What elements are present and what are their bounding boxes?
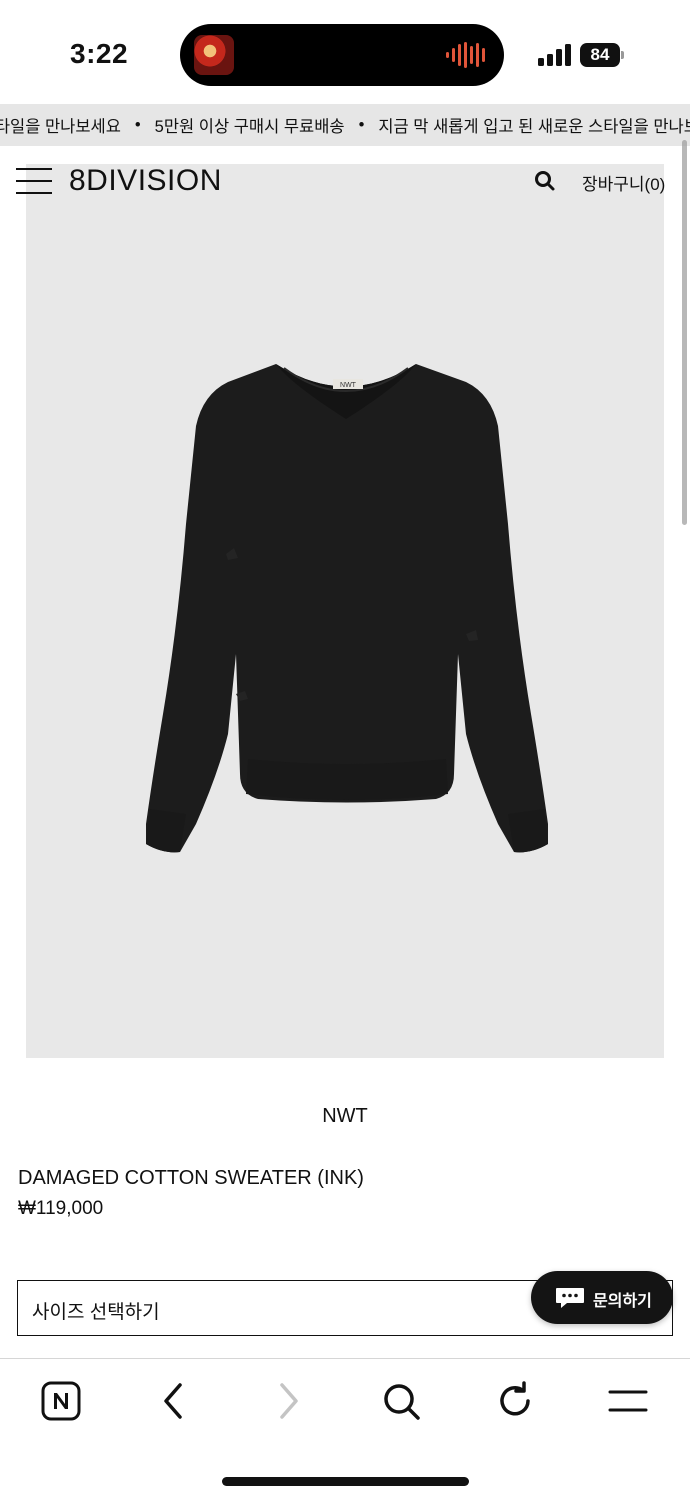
sweater-label-text: NWT: [340, 382, 357, 389]
dynamic-island[interactable]: [180, 24, 504, 86]
inquiry-label: 문의하기: [593, 1293, 652, 1310]
status-time: 3:22: [70, 38, 129, 69]
product-brand[interactable]: NWT: [0, 1105, 690, 1128]
page-scrollbar[interactable]: [682, 140, 687, 525]
audio-waveform-icon: [446, 42, 485, 68]
cellular-signal-icon: [538, 44, 571, 66]
announcement-marquee: 지금 막 새롭게 입고 된 새로운 스타일을 만나보세요 • 5만원 이상 구매…: [0, 104, 690, 146]
marquee-item: 지금 막 새롭게 입고 된 새로운 스타일을 만나보세요: [0, 118, 121, 136]
marquee-separator: •: [358, 115, 365, 134]
sweater-photo: NWT: [146, 364, 548, 853]
search-icon[interactable]: [379, 1379, 423, 1423]
refresh-icon[interactable]: [493, 1379, 537, 1423]
menu-icon[interactable]: [16, 168, 52, 194]
battery-indicator: 84: [580, 43, 624, 67]
site-logo[interactable]: 8DIVISION: [69, 164, 222, 198]
naver-home-icon[interactable]: [39, 1379, 83, 1423]
battery-cap: [621, 51, 624, 59]
chat-bubble-icon: [556, 1288, 584, 1308]
inquiry-button[interactable]: 문의하기: [531, 1271, 673, 1324]
cart-button[interactable]: 장바구니(0): [582, 170, 665, 195]
now-playing-artwork: [194, 35, 234, 75]
status-bar: 3:22 84: [0, 0, 690, 100]
product-price: ₩119,000: [18, 1198, 104, 1219]
browser-toolbar: [0, 1359, 690, 1449]
product-name: DAMAGED COTTON SWEATER (INK): [18, 1167, 364, 1189]
product-image[interactable]: NWT: [26, 164, 664, 1058]
forward-arrow-icon[interactable]: [266, 1379, 310, 1423]
size-select-placeholder: 사이즈 선택하기: [32, 1302, 160, 1323]
marquee-item: 지금 막 새롭게 입고 된 새로운 스타일을 만나보세요: [378, 118, 690, 136]
back-arrow-icon[interactable]: [152, 1379, 196, 1423]
site-header: 8DIVISION 장바구니(0): [0, 146, 690, 218]
marquee-item: 5만원 이상 구매시 무료배송: [154, 118, 345, 136]
marquee-separator: •: [134, 115, 141, 134]
menu-icon[interactable]: [606, 1379, 650, 1423]
search-icon[interactable]: [532, 168, 558, 194]
marquee-track: 지금 막 새롭게 입고 된 새로운 스타일을 만나보세요 • 5만원 이상 구매…: [0, 104, 690, 146]
battery-percent: 84: [580, 43, 620, 67]
home-indicator[interactable]: [222, 1477, 469, 1486]
